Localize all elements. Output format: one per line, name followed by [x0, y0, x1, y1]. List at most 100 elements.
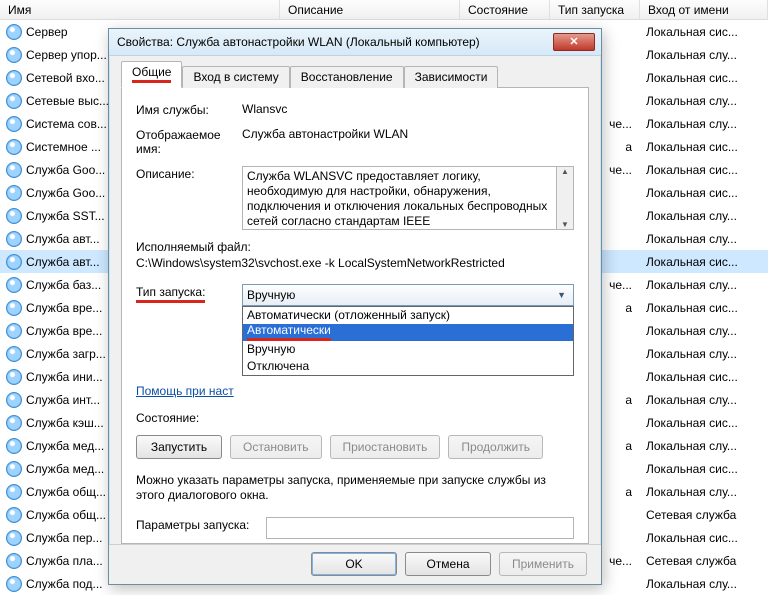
gear-icon	[6, 346, 22, 362]
service-logon: Локальная сис...	[638, 531, 768, 545]
gear-icon	[6, 323, 22, 339]
service-logon: Локальная слу...	[638, 117, 768, 131]
value-display-name: Служба автонастройки WLAN	[242, 127, 574, 156]
gear-icon	[6, 461, 22, 477]
value-state	[242, 410, 574, 425]
gear-icon	[6, 47, 22, 63]
gear-icon	[6, 162, 22, 178]
label-service-name: Имя службы:	[136, 102, 242, 117]
service-logon: Сетевая служба	[638, 554, 768, 568]
gear-icon	[6, 231, 22, 247]
description-scrollbar[interactable]: ▲ ▼	[557, 166, 574, 230]
chevron-down-icon: ▼	[554, 290, 569, 300]
row-tail: че...	[609, 554, 638, 568]
service-logon: Локальная слу...	[638, 393, 768, 407]
resume-button: Продолжить	[448, 435, 543, 459]
col-start[interactable]: Тип запуска	[550, 0, 640, 19]
gear-icon	[6, 24, 22, 40]
row-tail: а	[625, 140, 638, 154]
col-name[interactable]: Имя	[0, 0, 280, 19]
gear-icon	[6, 116, 22, 132]
label-startup-type: Тип запуска:	[136, 284, 242, 306]
row-tail: а	[625, 439, 638, 453]
service-logon: Локальная сис...	[638, 462, 768, 476]
start-button[interactable]: Запустить	[136, 435, 222, 459]
close-icon: ✕	[569, 35, 578, 48]
value-description: Служба WLANSVC предоставляет логику, нео…	[242, 166, 557, 230]
tab-general[interactable]: Общие	[121, 61, 182, 88]
label-start-params: Параметры запуска:	[136, 517, 266, 539]
pause-button: Приостановить	[330, 435, 441, 459]
window-title: Свойства: Служба автонастройки WLAN (Лок…	[117, 35, 553, 49]
service-logon: Локальная сис...	[638, 25, 768, 39]
scroll-up-icon[interactable]: ▲	[557, 167, 573, 176]
gear-icon	[6, 530, 22, 546]
service-logon: Локальная сис...	[638, 186, 768, 200]
label-executable: Исполняемый файл:	[136, 240, 574, 254]
service-logon: Локальная слу...	[638, 209, 768, 223]
col-state[interactable]: Состояние	[460, 0, 550, 19]
label-display-name: Отображаемое имя:	[136, 127, 242, 156]
ok-button[interactable]: OK	[311, 552, 397, 576]
tab-general-label: Общие	[132, 65, 171, 83]
gear-icon	[6, 484, 22, 500]
startup-type-dropdown: Автоматически (отложенный запуск) Автома…	[242, 306, 574, 376]
startup-option-delayed[interactable]: Автоматически (отложенный запуск)	[243, 307, 573, 324]
startup-option-auto[interactable]: Автоматически	[243, 324, 573, 341]
control-buttons: Запустить Остановить Приостановить Продо…	[136, 435, 574, 459]
gear-icon	[6, 438, 22, 454]
stop-button: Остановить	[230, 435, 322, 459]
col-desc[interactable]: Описание	[280, 0, 460, 19]
gear-icon	[6, 254, 22, 270]
startup-type-combo[interactable]: Вручную ▼ Автоматически (отложенный запу…	[242, 284, 574, 306]
gear-icon	[6, 277, 22, 293]
row-tail: а	[625, 393, 638, 407]
tab-general-page: Имя службы: Wlansvc Отображаемое имя: Сл…	[121, 88, 589, 544]
tabs: Общие Вход в систему Восстановление Зави…	[121, 64, 589, 88]
scroll-down-icon[interactable]: ▼	[557, 220, 573, 229]
gear-icon	[6, 300, 22, 316]
service-logon: Локальная сис...	[638, 370, 768, 384]
gear-icon	[6, 576, 22, 592]
startup-option-manual[interactable]: Вручную	[243, 341, 573, 358]
titlebar[interactable]: Свойства: Служба автонастройки WLAN (Лок…	[109, 29, 601, 56]
service-properties-dialog: Свойства: Служба автонастройки WLAN (Лок…	[108, 28, 602, 585]
service-logon: Сетевая служба	[638, 508, 768, 522]
service-logon: Локальная слу...	[638, 278, 768, 292]
note-text: Можно указать параметры запуска, применя…	[136, 473, 574, 503]
service-logon: Локальная сис...	[638, 301, 768, 315]
service-logon: Локальная слу...	[638, 577, 768, 591]
gear-icon	[6, 369, 22, 385]
tab-logon[interactable]: Вход в систему	[182, 66, 289, 88]
label-state: Состояние:	[136, 410, 242, 425]
cancel-button[interactable]: Отмена	[405, 552, 491, 576]
service-logon: Локальная слу...	[638, 324, 768, 338]
gear-icon	[6, 507, 22, 523]
value-executable: C:\Windows\system32\svchost.exe -k Local…	[136, 256, 574, 270]
service-logon: Локальная сис...	[638, 163, 768, 177]
col-logon[interactable]: Вход от имени	[640, 0, 768, 19]
startup-option-disabled[interactable]: Отключена	[243, 358, 573, 375]
start-params-input[interactable]	[266, 517, 574, 539]
column-headers: Имя Описание Состояние Тип запуска Вход …	[0, 0, 768, 20]
gear-icon	[6, 185, 22, 201]
service-logon: Локальная слу...	[638, 439, 768, 453]
gear-icon	[6, 208, 22, 224]
gear-icon	[6, 415, 22, 431]
close-button[interactable]: ✕	[553, 33, 595, 51]
service-logon: Локальная слу...	[638, 232, 768, 246]
row-tail: а	[625, 485, 638, 499]
row-tail: че...	[609, 117, 638, 131]
tab-deps[interactable]: Зависимости	[404, 66, 499, 88]
gear-icon	[6, 553, 22, 569]
service-logon: Локальная сис...	[638, 255, 768, 269]
row-tail: че...	[609, 163, 638, 177]
value-service-name: Wlansvc	[242, 102, 574, 117]
help-link[interactable]: Помощь при наст	[136, 384, 234, 398]
tab-recovery[interactable]: Восстановление	[290, 66, 404, 88]
row-tail: че...	[609, 278, 638, 292]
service-logon: Локальная слу...	[638, 94, 768, 108]
dialog-footer: OK Отмена Применить	[109, 544, 601, 584]
service-logon: Локальная слу...	[638, 485, 768, 499]
service-logon: Локальная сис...	[638, 140, 768, 154]
